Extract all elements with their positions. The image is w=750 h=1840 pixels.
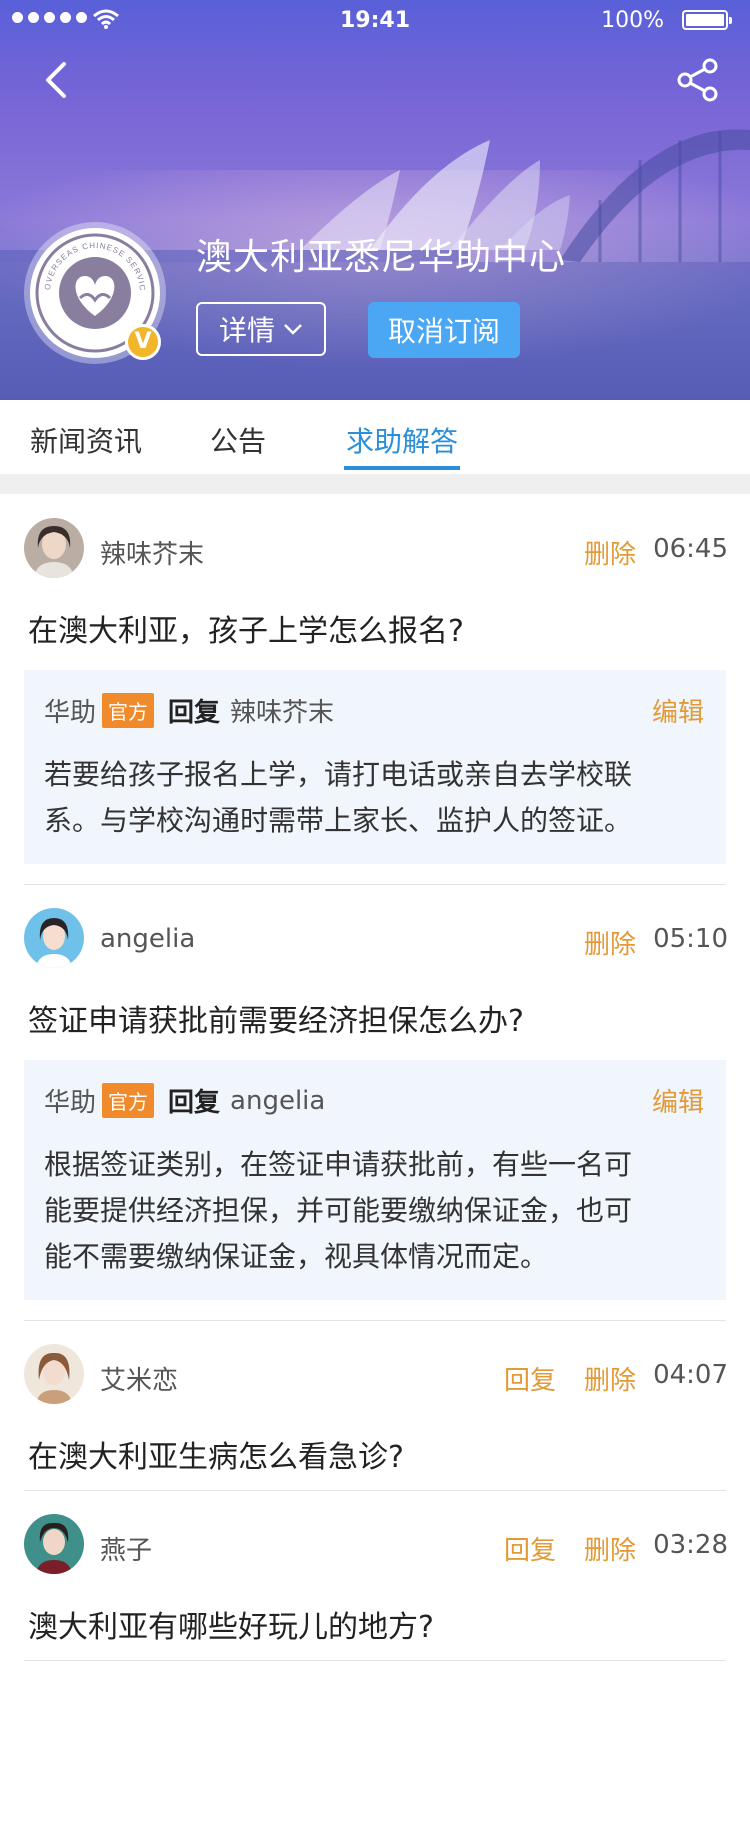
user-avatar-icon [24, 1344, 84, 1404]
verified-badge: V [125, 324, 161, 360]
username[interactable]: 艾米恋 [100, 1360, 178, 1397]
reply-text: 若要给孩子报名上学，请打电话或亲自去学校联 系。与学校沟通时需带上家长、监护人的… [44, 752, 700, 844]
tab-announcements[interactable]: 公告 [210, 420, 266, 460]
user-avatar-icon [24, 1514, 84, 1574]
official-reply: 华助 官方 回复 辣味芥末 编辑 若要给孩子报名上学，请打电话或亲自去学校联 系… [24, 670, 726, 864]
reply-line: 若要给孩子报名上学，请打电话或亲自去学校联 [44, 758, 633, 791]
reply-line: 系。与学校沟通时需带上家长、监护人的签证。 [44, 804, 633, 837]
unsubscribe-button[interactable]: 取消订阅 [368, 302, 520, 358]
question-text[interactable]: 在澳大利亚，孩子上学怎么报名? [28, 606, 464, 650]
details-button-label: 详情 [218, 314, 275, 347]
tab-news[interactable]: 新闻资讯 [30, 420, 142, 460]
reply-button[interactable]: 回复 [504, 1360, 556, 1397]
post-time: 04:07 [653, 1360, 728, 1390]
avatar[interactable] [24, 1344, 84, 1404]
question-text[interactable]: 澳大利亚有哪些好玩儿的地方? [28, 1602, 434, 1646]
reply-word: 回复 [168, 1088, 221, 1118]
username[interactable]: angelia [100, 924, 195, 954]
divider [24, 1660, 726, 1661]
org-title: 澳大利亚悉尼华助中心 [196, 237, 567, 278]
list-item: 艾米恋 回复 删除 04:07 在澳大利亚生病怎么看急诊? [0, 1320, 750, 1491]
official-badge: 官方 [102, 1083, 155, 1118]
avatar[interactable] [24, 1514, 84, 1574]
reply-button[interactable]: 回复 [504, 1530, 556, 1567]
section-divider [0, 474, 750, 494]
question-text[interactable]: 签证申请获批前需要经济担保怎么办? [28, 996, 524, 1040]
header-banner: 19:41 100% OVERSEAS CHINESE SERVICE CENT… [0, 0, 750, 400]
avatar[interactable] [24, 908, 84, 968]
details-button[interactable]: 详情 [196, 302, 326, 356]
post-time: 05:10 [653, 924, 728, 954]
user-avatar-icon [24, 518, 84, 578]
edit-button[interactable]: 编辑 [652, 692, 704, 729]
share-icon[interactable] [676, 58, 720, 102]
username[interactable]: 燕子 [100, 1530, 152, 1567]
post-time: 06:45 [653, 534, 728, 564]
reply-author: 华助 [44, 1088, 97, 1118]
list-item: 辣味芥末 删除 06:45 在澳大利亚，孩子上学怎么报名? 华助 官方 回复 辣… [0, 494, 750, 904]
reply-line: 根据签证类别，在签证申请获批前，有些一名可 [44, 1148, 633, 1181]
reply-line: 能要提供经济担保，并可能要缴纳保证金，也可 [44, 1194, 633, 1227]
unsubscribe-button-label: 取消订阅 [387, 315, 500, 348]
reply-author: 华助 [44, 698, 97, 728]
user-avatar-icon [24, 908, 84, 968]
active-tab-indicator [344, 466, 460, 470]
list-item: angelia 删除 05:10 签证申请获批前需要经济担保怎么办? 华助 官方… [0, 884, 750, 1334]
reply-target-user: 辣味芥末 [230, 698, 335, 728]
delete-button[interactable]: 删除 [584, 924, 636, 961]
back-icon[interactable] [36, 58, 76, 102]
reply-header: 华助 官方 回复 angelia [44, 1082, 325, 1119]
reply-line: 能不需要缴纳保证金，视具体情况而定。 [44, 1240, 549, 1273]
question-text[interactable]: 在澳大利亚生病怎么看急诊? [28, 1432, 404, 1476]
list-item: 燕子 回复 删除 03:28 澳大利亚有哪些好玩儿的地方? [0, 1490, 750, 1661]
delete-button[interactable]: 删除 [584, 1530, 636, 1567]
battery-icon [682, 10, 732, 30]
battery-percent: 100% [601, 8, 664, 33]
reply-text: 根据签证类别，在签证申请获批前，有些一名可 能要提供经济担保，并可能要缴纳保证金… [44, 1142, 700, 1280]
delete-button[interactable]: 删除 [584, 534, 636, 571]
chevron-down-icon [284, 324, 302, 335]
reply-target-user: angelia [230, 1085, 326, 1116]
tab-bar: 新闻资讯 公告 求助解答 [0, 400, 750, 474]
reply-word: 回复 [168, 698, 221, 728]
avatar[interactable] [24, 518, 84, 578]
post-time: 03:28 [653, 1530, 728, 1560]
official-badge: 官方 [102, 693, 155, 728]
tab-help-answers[interactable]: 求助解答 [346, 420, 458, 460]
reply-header: 华助 官方 回复 辣味芥末 [44, 692, 334, 729]
username[interactable]: 辣味芥末 [100, 534, 204, 571]
status-bar: 19:41 100% [0, 0, 750, 40]
delete-button[interactable]: 删除 [584, 1360, 636, 1397]
edit-button[interactable]: 编辑 [652, 1082, 704, 1119]
official-reply: 华助 官方 回复 angelia 编辑 根据签证类别，在签证申请获批前，有些一名… [24, 1060, 726, 1300]
